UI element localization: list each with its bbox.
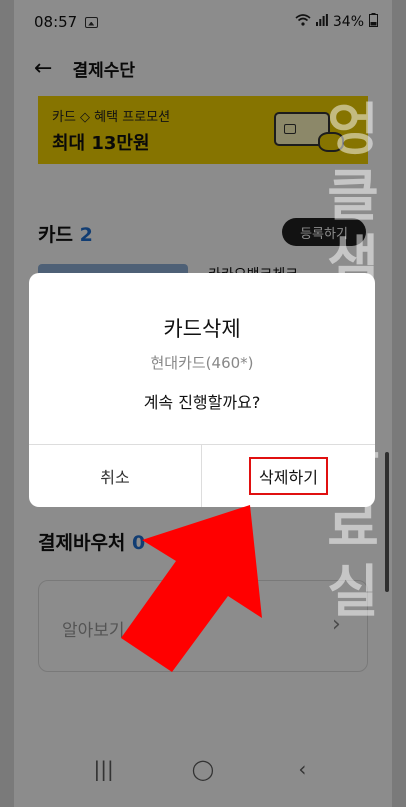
home-icon[interactable]: ◯: [183, 757, 223, 781]
phone-frame: 08:57 34% ← 결제수단 카드 ◇ 혜택 프로모션 최대 13만원 카드…: [0, 0, 406, 807]
dialog-card-name: 현대카드(460*): [150, 354, 254, 372]
delete-button[interactable]: 삭제하기: [202, 445, 375, 507]
dialog-title: 카드삭제: [163, 317, 241, 341]
delete-card-dialog: 카드삭제 현대카드(460*) 계속 진행할까요? 취소 삭제하기: [29, 273, 375, 507]
recent-apps-icon[interactable]: |||: [84, 757, 124, 781]
cancel-button[interactable]: 취소: [29, 445, 201, 507]
nav-back-icon[interactable]: ‹: [282, 757, 322, 781]
android-nav-bar: ||| ◯ ‹: [14, 730, 392, 807]
dialog-message: 계속 진행할까요?: [143, 393, 261, 412]
delete-button-label: 삭제하기: [249, 457, 328, 495]
